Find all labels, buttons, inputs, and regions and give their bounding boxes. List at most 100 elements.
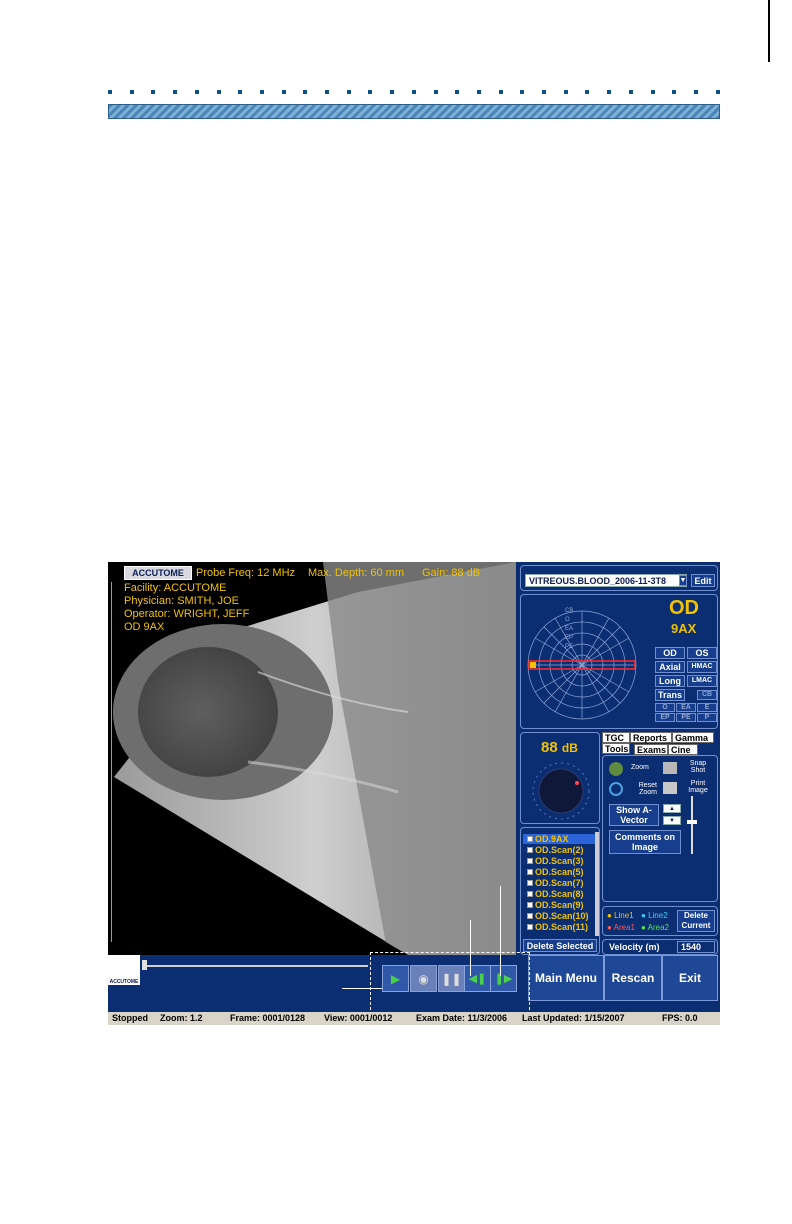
list-item-label: OD.Scan(8) — [535, 889, 584, 899]
area2-label: Area2 — [647, 923, 669, 932]
tab-gamma[interactable]: Gamma — [672, 732, 714, 743]
area1-option[interactable]: ● Area1 — [607, 923, 635, 932]
list-item[interactable]: OD.Scan(10) — [527, 911, 589, 921]
gain-value: 88 — [541, 739, 558, 756]
area2-option[interactable]: ● Area2 — [641, 923, 669, 932]
header-dot — [411, 90, 416, 94]
clock-label-pe: PE — [565, 644, 574, 650]
exam-select-dropdown[interactable]: VITREOUS.BLOOD_2006-11-3T8 — [525, 574, 687, 587]
od-button[interactable]: OD — [655, 647, 685, 659]
list-item[interactable]: OD.Scan(2) — [527, 845, 584, 855]
delete-current-button[interactable]: Delete Current — [677, 910, 715, 932]
ea-button[interactable]: EA — [676, 703, 696, 712]
step-back-button[interactable]: ◀❚ — [464, 965, 491, 992]
tab-exams[interactable]: Exams — [634, 744, 668, 755]
status-state: Stopped — [112, 1013, 148, 1023]
snap-shot-label[interactable]: Snap Shot — [683, 760, 713, 774]
os-button[interactable]: OS — [687, 647, 717, 659]
clock-labels: CB O EA EP PE — [565, 607, 573, 652]
delete-selected-button[interactable]: Delete Selected — [523, 939, 597, 952]
list-item-label: OD.Scan(7) — [535, 878, 584, 888]
list-item[interactable]: OD.Scan(3) — [527, 856, 584, 866]
accutome-logo: ACCUTOME — [124, 566, 192, 580]
frame-slider-track[interactable] — [142, 965, 368, 967]
max-depth-label: Max. Depth: 60 mm — [308, 567, 404, 579]
velocity-panel: Velocity (m) 1540 — [602, 939, 718, 955]
operator-label: Operator: WRIGHT, JEFF — [124, 608, 250, 620]
line1-option[interactable]: ● Line1 — [607, 911, 634, 920]
axial-button[interactable]: Axial — [655, 661, 685, 673]
comments-button[interactable]: Comments on Image — [609, 830, 681, 854]
list-item[interactable]: OD.Scan(5) — [527, 867, 584, 877]
header-dot — [173, 90, 178, 94]
pause-button[interactable]: ❚❚ — [438, 965, 465, 992]
print-image-label[interactable]: Print Image — [683, 780, 713, 794]
list-item[interactable]: OD.Scan(8) — [527, 889, 584, 899]
clock-label-ea: EA — [565, 626, 574, 632]
header-dot — [259, 90, 264, 94]
header-dot — [715, 90, 720, 94]
header-dot — [390, 90, 395, 94]
list-item[interactable]: OD.Scan(11) — [527, 922, 588, 932]
tab-cine[interactable]: Cine — [668, 744, 698, 755]
page-edge-line — [768, 0, 778, 62]
tab-tools[interactable]: Tools — [602, 743, 630, 754]
hmac-button[interactable]: HMAC — [687, 661, 717, 673]
gain-knob[interactable] — [529, 759, 593, 821]
play-button[interactable]: ▶ — [382, 965, 409, 992]
zoom-icon[interactable] — [609, 762, 623, 776]
zoom-label[interactable]: Zoom — [631, 764, 649, 771]
callout-line — [470, 920, 471, 976]
reset-zoom-label[interactable]: Reset Zoom — [629, 782, 657, 796]
list-scrollbar[interactable] — [595, 832, 599, 936]
show-avector-button[interactable]: Show A-Vector — [609, 804, 659, 826]
header-dot — [346, 90, 351, 94]
trans-button[interactable]: Trans — [655, 689, 685, 701]
velocity-input[interactable]: 1540 — [677, 941, 715, 953]
header-dot — [693, 90, 698, 94]
p-button[interactable]: P — [697, 713, 717, 722]
scan-indicator: 9AX — [671, 621, 697, 636]
chevron-up-icon[interactable]: ▲ — [663, 804, 681, 813]
main-menu-button[interactable]: Main Menu — [528, 955, 604, 1001]
step-forward-button[interactable]: ❚▶ — [490, 965, 517, 992]
rescan-button[interactable]: Rescan — [604, 955, 662, 1001]
physician-label: Physician: SMITH, JOE — [124, 595, 239, 607]
ep-button[interactable]: EP — [655, 713, 675, 722]
playback-bar: ACCUTOME ▶ ◉ ❚❚ ◀❚ ❚▶ Main Menu Rescan E… — [108, 955, 720, 1013]
exam-select-value: VITREOUS.BLOOD_2006-11-3T8 — [529, 575, 667, 586]
probe-freq-label: Probe Freq: 12 MHz — [196, 567, 296, 579]
scan-list[interactable]: OD.9AX OD.Scan(2) OD.Scan(3) OD.Scan(5) … — [523, 832, 597, 936]
camera-icon[interactable] — [663, 762, 677, 774]
slider-thumb[interactable] — [687, 820, 697, 824]
edit-button[interactable]: Edit — [691, 574, 715, 587]
printer-icon[interactable] — [663, 782, 677, 794]
list-item[interactable]: OD.9AX — [523, 834, 595, 844]
header-dot — [585, 90, 590, 94]
e-button[interactable]: E — [697, 703, 717, 712]
stop-button[interactable]: ◉ — [410, 965, 437, 992]
chevron-down-icon[interactable]: ▼ — [679, 575, 687, 586]
list-item[interactable]: OD.Scan(7) — [527, 878, 584, 888]
cb-button[interactable]: CB — [697, 690, 717, 700]
ultrasound-image-area[interactable]: ACCUTOME Probe Freq: 12 MHz Max. Depth: … — [108, 562, 516, 955]
exit-button[interactable]: Exit — [662, 955, 718, 1001]
frame-slider-thumb[interactable] — [142, 960, 147, 970]
status-last-updated: Last Updated: 1/15/2007 — [522, 1013, 625, 1023]
tab-reports[interactable]: Reports — [630, 732, 672, 743]
header-dot — [607, 90, 612, 94]
list-item[interactable]: OD.Scan(9) — [527, 900, 584, 910]
reset-zoom-icon[interactable] — [609, 782, 623, 796]
list-item-label: OD.Scan(3) — [535, 856, 584, 866]
long-button[interactable]: Long — [655, 675, 685, 687]
chevron-down-icon[interactable]: ▼ — [663, 816, 681, 825]
header-dot — [520, 90, 525, 94]
line2-option[interactable]: ● Line2 — [641, 911, 668, 920]
tab-tgc[interactable]: TGC — [602, 732, 630, 743]
scan-list-panel: OD.9AX OD.Scan(2) OD.Scan(3) OD.Scan(5) … — [520, 827, 600, 955]
lmac-button[interactable]: LMAC — [687, 675, 717, 687]
probe-clock-diagram[interactable] — [525, 601, 639, 723]
o-button[interactable]: O — [655, 703, 675, 712]
gain-panel: 88 dB — [520, 732, 600, 824]
pe-button[interactable]: PE — [676, 713, 696, 722]
